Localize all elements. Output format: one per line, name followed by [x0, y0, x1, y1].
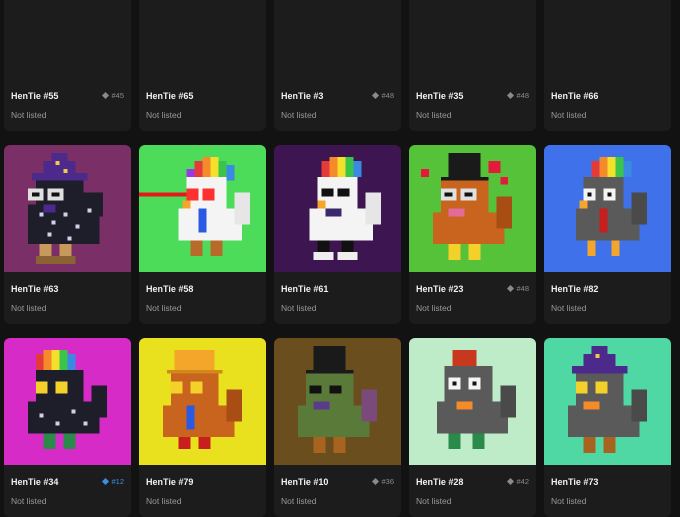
nft-name: HenTie #82	[551, 283, 599, 294]
nft-name: HenTie #79	[146, 476, 194, 487]
nft-name: HenTie #10	[281, 476, 329, 487]
listing-status: Not listed	[146, 303, 182, 313]
nft-card[interactable]: HenTie #55 #45 Not listed	[4, 0, 131, 131]
hen-79-art	[139, 338, 266, 465]
nft-card[interactable]: HenTie #3 #48 Not listed	[274, 0, 401, 131]
nft-name: HenTie #35	[416, 90, 464, 101]
listing-status: Not listed	[416, 496, 452, 506]
nft-name: HenTie #55	[11, 90, 59, 101]
rank-badge: #42	[507, 477, 529, 486]
nft-name: HenTie #3	[281, 90, 324, 101]
nft-card[interactable]: HenTie #73 Not listed	[544, 338, 671, 517]
nft-image[interactable]	[274, 0, 401, 79]
nft-card[interactable]: HenTie #10 #36 Not listed	[274, 338, 401, 517]
nft-card[interactable]: HenTie #35 #48 Not listed	[409, 0, 536, 131]
diamond-icon	[102, 477, 110, 486]
listing-status: Not listed	[416, 303, 452, 313]
nft-image[interactable]	[409, 0, 536, 79]
nft-card[interactable]: HenTie #58 Not listed	[139, 145, 266, 324]
listing-status: Not listed	[551, 110, 587, 120]
listing-status: Not listed	[281, 303, 317, 313]
nft-image[interactable]	[544, 338, 671, 465]
nft-image[interactable]	[139, 0, 266, 79]
rank-badge: #48	[507, 91, 529, 100]
hen-63-art	[4, 145, 131, 272]
nft-name: HenTie #28	[416, 476, 464, 487]
diamond-icon	[507, 477, 515, 486]
nft-name: HenTie #73	[551, 476, 599, 487]
nft-card[interactable]: HenTie #23 #48 Not listed	[409, 145, 536, 324]
nft-image[interactable]	[409, 338, 536, 465]
nft-image[interactable]	[139, 145, 266, 272]
nft-name: HenTie #66	[551, 90, 599, 101]
diamond-icon	[507, 91, 515, 100]
nft-image[interactable]	[544, 145, 671, 272]
diamond-icon	[372, 477, 380, 486]
listing-status: Not listed	[11, 496, 47, 506]
diamond-icon	[372, 91, 380, 100]
nft-card[interactable]: HenTie #82 Not listed	[544, 145, 671, 324]
nft-image[interactable]	[4, 338, 131, 465]
hen-10-art	[274, 338, 401, 465]
hen-23-art	[409, 145, 536, 272]
nft-name: HenTie #34	[11, 476, 59, 487]
nft-card[interactable]: HenTie #65 Not listed	[139, 0, 266, 131]
rank-badge: #12	[102, 477, 124, 486]
rank-badge: #48	[507, 284, 529, 293]
nft-card[interactable]: HenTie #28 #42 Not listed	[409, 338, 536, 517]
hen-73-art	[544, 338, 671, 465]
nft-card[interactable]: HenTie #61 Not listed	[274, 145, 401, 324]
nft-name: HenTie #23	[416, 283, 464, 294]
rank-badge: #48	[372, 91, 394, 100]
nft-image[interactable]	[409, 145, 536, 272]
listing-status: Not listed	[146, 110, 182, 120]
nft-image[interactable]	[4, 145, 131, 272]
hen-28-art	[409, 338, 536, 465]
nft-name: HenTie #65	[146, 90, 194, 101]
listing-status: Not listed	[551, 303, 587, 313]
nft-image[interactable]	[274, 338, 401, 465]
nft-name: HenTie #61	[281, 283, 329, 294]
nft-card[interactable]: HenTie #79 Not listed	[139, 338, 266, 517]
listing-status: Not listed	[11, 110, 47, 120]
listing-status: Not listed	[146, 496, 182, 506]
listing-status: Not listed	[416, 110, 452, 120]
nft-name: HenTie #63	[11, 283, 59, 294]
hen-58-art	[139, 145, 266, 272]
diamond-icon	[507, 284, 515, 293]
listing-status: Not listed	[281, 496, 317, 506]
nft-image[interactable]	[544, 0, 671, 79]
rank-badge: #45	[102, 91, 124, 100]
nft-grid: HenTie #55 #45 Not listed HenTie #65 Not…	[4, 0, 671, 517]
nft-name: HenTie #58	[146, 283, 194, 294]
rank-badge: #36	[372, 477, 394, 486]
nft-card[interactable]: HenTie #63 Not listed	[4, 145, 131, 324]
hen-61-art	[274, 145, 401, 272]
nft-card[interactable]: HenTie #66 Not listed	[544, 0, 671, 131]
nft-image[interactable]	[139, 338, 266, 465]
hen-34-art	[4, 338, 131, 465]
hen-82-art	[544, 145, 671, 272]
nft-card[interactable]: HenTie #34 #12 Not listed	[4, 338, 131, 517]
nft-image[interactable]	[4, 0, 131, 79]
listing-status: Not listed	[281, 110, 317, 120]
listing-status: Not listed	[551, 496, 587, 506]
listing-status: Not listed	[11, 303, 47, 313]
nft-image[interactable]	[274, 145, 401, 272]
diamond-icon	[102, 91, 110, 100]
